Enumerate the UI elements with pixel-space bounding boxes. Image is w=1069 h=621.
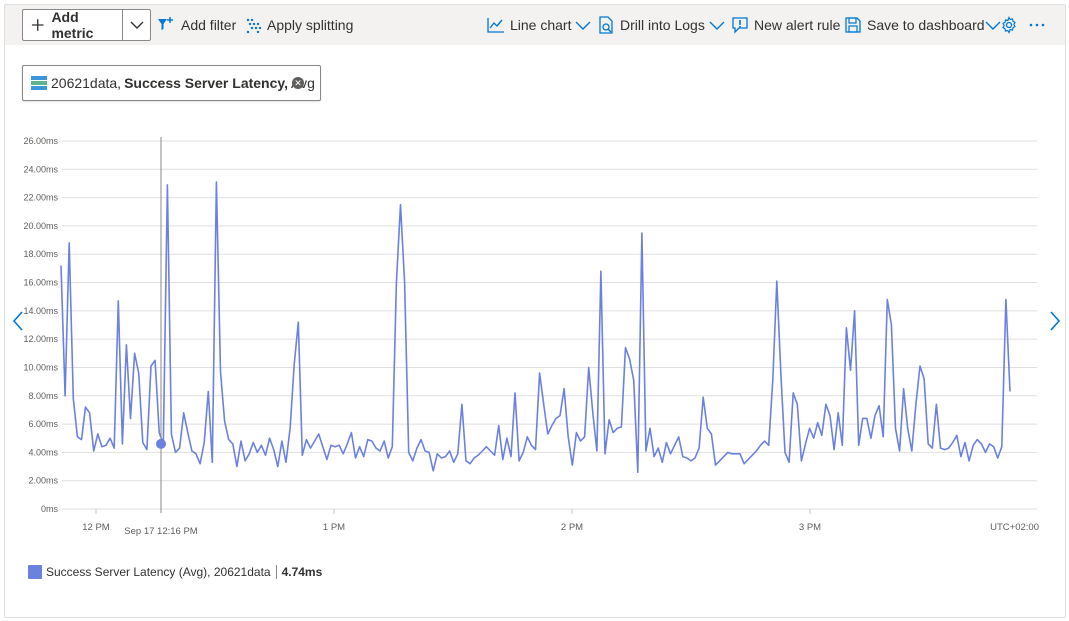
timezone-label: UTC+02:00 [990, 522, 1039, 533]
y-tick-label: 24.00ms [23, 164, 58, 174]
x-tick-label: 1 PM [323, 522, 345, 533]
line-chart[interactable]: 0ms 2.00ms 4.00ms 6.00ms 8.00ms 10.00ms 12.00m… [0, 0, 1069, 560]
y-tick-label: 4.00ms [28, 447, 58, 457]
y-tick-label: 26.00ms [23, 136, 58, 146]
y-axis: 0ms 2.00ms 4.00ms 6.00ms 8.00ms 10.00ms 12.00m… [23, 136, 58, 514]
chevron-right-icon[interactable] [1048, 310, 1062, 332]
legend-swatch [28, 565, 42, 579]
chevron-left-icon[interactable] [11, 310, 25, 332]
y-tick-label: 10.00ms [23, 362, 58, 372]
cursor-point [156, 438, 166, 449]
chart-legend[interactable]: Success Server Latency (Avg), 20621data … [28, 565, 322, 579]
y-tick-label: 18.00ms [23, 249, 58, 259]
y-tick-label: 14.00ms [23, 306, 58, 316]
y-tick-label: 16.00ms [23, 278, 58, 288]
y-tick-label: 8.00ms [28, 391, 58, 401]
cursor-time-label: Sep 17 12:16 PM [124, 526, 197, 537]
x-tick-label: 12 PM [82, 522, 110, 533]
y-tick-label: 22.00ms [23, 193, 58, 203]
y-tick-label: 12.00ms [23, 334, 58, 344]
legend-value: 4.74ms [281, 565, 323, 579]
y-tick-label: 20.00ms [23, 221, 58, 231]
x-tick-label: 2 PM [561, 522, 583, 533]
x-tick-label: 3 PM [799, 522, 821, 533]
legend-label: Success Server Latency (Avg), 20621data [46, 565, 271, 579]
legend-divider [275, 565, 277, 579]
y-tick-label: 6.00ms [28, 419, 58, 429]
y-tick-label: 2.00ms [28, 476, 58, 486]
y-tick-label: 0ms [41, 504, 59, 514]
